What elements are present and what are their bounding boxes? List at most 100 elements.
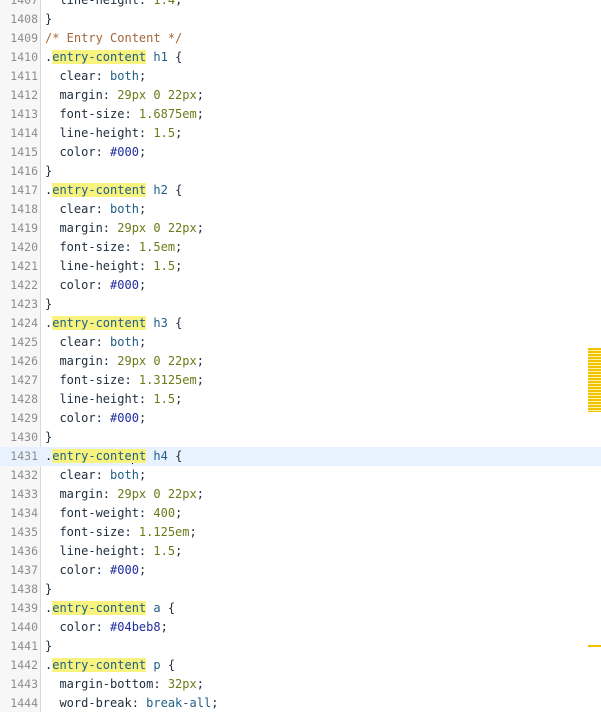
code-line[interactable]: 1426 margin: 29px 0 22px; <box>0 352 601 371</box>
code-token: ; <box>175 506 183 520</box>
code-text: line-height: 1.5; <box>45 542 182 561</box>
code-line[interactable]: 1412 margin: 29px 0 22px; <box>0 86 601 105</box>
line-number: 1408 <box>10 12 38 26</box>
line-number: 1441 <box>10 639 38 653</box>
code-token: 32px <box>167 677 197 691</box>
code-token: entry-conte <box>52 449 132 463</box>
code-token: 1.5 <box>153 259 176 273</box>
code-token: nt <box>131 449 147 463</box>
code-line[interactable]: 1409 /* Entry Content */ <box>0 29 601 48</box>
code-token: a <box>146 601 161 615</box>
line-number: 1436 <box>10 544 38 558</box>
code-token: clear: <box>45 335 111 349</box>
code-text: } <box>45 428 52 447</box>
code-line[interactable]: 1436 line-height: 1.5; <box>0 542 601 561</box>
code-line[interactable]: 1438} <box>0 580 601 599</box>
line-number: 1437 <box>10 563 38 577</box>
code-line[interactable]: 1427 font-size: 1.3125em; <box>0 371 601 390</box>
code-text: color: #000; <box>45 276 146 295</box>
code-line[interactable]: 1419 margin: 29px 0 22px; <box>0 219 601 238</box>
code-token: break-all <box>146 696 212 710</box>
code-line[interactable]: 1439 .entry-content a { <box>0 599 601 618</box>
line-number: 1432 <box>10 468 38 482</box>
line-number: 1424 <box>10 316 38 330</box>
code-line[interactable]: 1437 color: #000; <box>0 561 601 580</box>
scrollbar-search-marker[interactable] <box>588 645 601 647</box>
code-token: ; <box>138 468 147 482</box>
code-line[interactable]: 1440 color: #04beb8; <box>0 618 601 637</box>
line-number: 1415 <box>10 145 38 159</box>
code-text: } <box>45 637 52 656</box>
code-line[interactable]: 1434 font-weight: 400; <box>0 504 601 523</box>
code-line[interactable]: 1431 .entry-content h4 { <box>0 447 601 466</box>
code-token: 29px 0 22px <box>117 354 197 368</box>
line-number: 1427 <box>10 373 38 387</box>
code-token: { <box>160 601 176 615</box>
code-line[interactable]: 1442 .entry-content p { <box>0 656 601 675</box>
code-text: word-break: break-all; <box>45 694 218 713</box>
code-token: entry-content <box>52 316 147 330</box>
code-token: 1.5 <box>153 392 176 406</box>
line-number: 1426 <box>10 354 38 368</box>
code-line[interactable]: 1433 margin: 29px 0 22px; <box>0 485 601 504</box>
scrollbar-search-markers[interactable] <box>588 348 601 412</box>
code-token: ; <box>175 544 183 558</box>
code-line[interactable]: 1423} <box>0 295 601 314</box>
code-token: 29px 0 22px <box>117 221 197 235</box>
code-line[interactable]: 1417 .entry-content h2 { <box>0 181 601 200</box>
code-line[interactable]: 1425 clear: both; <box>0 333 601 352</box>
code-token: 29px 0 22px <box>117 88 197 102</box>
code-token: ; <box>175 259 183 273</box>
code-token: { <box>167 183 183 197</box>
code-line[interactable]: 1424 .entry-content h3 { <box>0 314 601 333</box>
code-line[interactable]: 1435 font-size: 1.125em; <box>0 523 601 542</box>
code-token: { <box>167 316 183 330</box>
code-text: color: #000; <box>45 561 146 580</box>
code-line[interactable]: 1432 clear: both; <box>0 466 601 485</box>
code-line[interactable]: 1416} <box>0 162 601 181</box>
code-text: line-height: 1.5; <box>45 257 182 276</box>
code-line[interactable]: 1408} <box>0 10 601 29</box>
code-text: line-height: 1.5; <box>45 390 182 409</box>
code-token: 1.125em <box>138 525 190 539</box>
code-line[interactable]: 1418 clear: both; <box>0 200 601 219</box>
code-line[interactable]: 1444 word-break: break-all; <box>0 694 601 713</box>
code-token: both <box>110 202 139 216</box>
code-line[interactable]: 1430} <box>0 428 601 447</box>
code-line[interactable]: 1413 font-size: 1.6875em; <box>0 105 601 124</box>
code-editor[interactable]: 1407 line-height: 1.4; 1408} 1409/* Entry … <box>0 0 601 713</box>
code-token: ; <box>175 392 183 406</box>
code-line[interactable]: 1411 clear: both; <box>0 67 601 86</box>
code-line[interactable]: 1407 line-height: 1.4; <box>0 0 601 10</box>
line-number: 1410 <box>10 50 38 64</box>
code-text: .entry-content h1 { <box>45 48 182 67</box>
line-number: 1444 <box>10 696 38 710</box>
code-line[interactable]: 1421 line-height: 1.5; <box>0 257 601 276</box>
code-line[interactable]: 1415 color: #000; <box>0 143 601 162</box>
code-token: margin: <box>45 487 118 501</box>
code-token: } <box>45 164 53 178</box>
code-line[interactable]: 1414 line-height: 1.5; <box>0 124 601 143</box>
code-line[interactable]: 1429 color: #000; <box>0 409 601 428</box>
line-number: 1412 <box>10 88 38 102</box>
code-line[interactable]: 1441} <box>0 637 601 656</box>
code-line[interactable]: 1422 color: #000; <box>0 276 601 295</box>
code-token: ; <box>138 69 147 83</box>
code-token: font-size: <box>45 240 139 254</box>
code-token: both <box>110 335 139 349</box>
code-text: clear: both; <box>45 466 146 485</box>
code-token: 1.5 <box>153 126 176 140</box>
code-text: line-height: 1.4; <box>45 0 182 10</box>
code-line[interactable]: 1428 line-height: 1.5; <box>0 390 601 409</box>
code-text: font-size: 1.6875em; <box>45 105 204 124</box>
code-text: .entry-content p { <box>45 656 175 675</box>
code-token: ; <box>196 88 204 102</box>
code-token: color: <box>45 411 111 425</box>
line-number: 1428 <box>10 392 38 406</box>
code-line[interactable]: 1443 margin-bottom: 32px; <box>0 675 601 694</box>
line-number: 1419 <box>10 221 38 235</box>
code-token: } <box>45 12 53 26</box>
code-line[interactable]: 1420 font-size: 1.5em; <box>0 238 601 257</box>
code-token: margin-bottom: <box>45 677 168 691</box>
code-line[interactable]: 1410 .entry-content h1 { <box>0 48 601 67</box>
